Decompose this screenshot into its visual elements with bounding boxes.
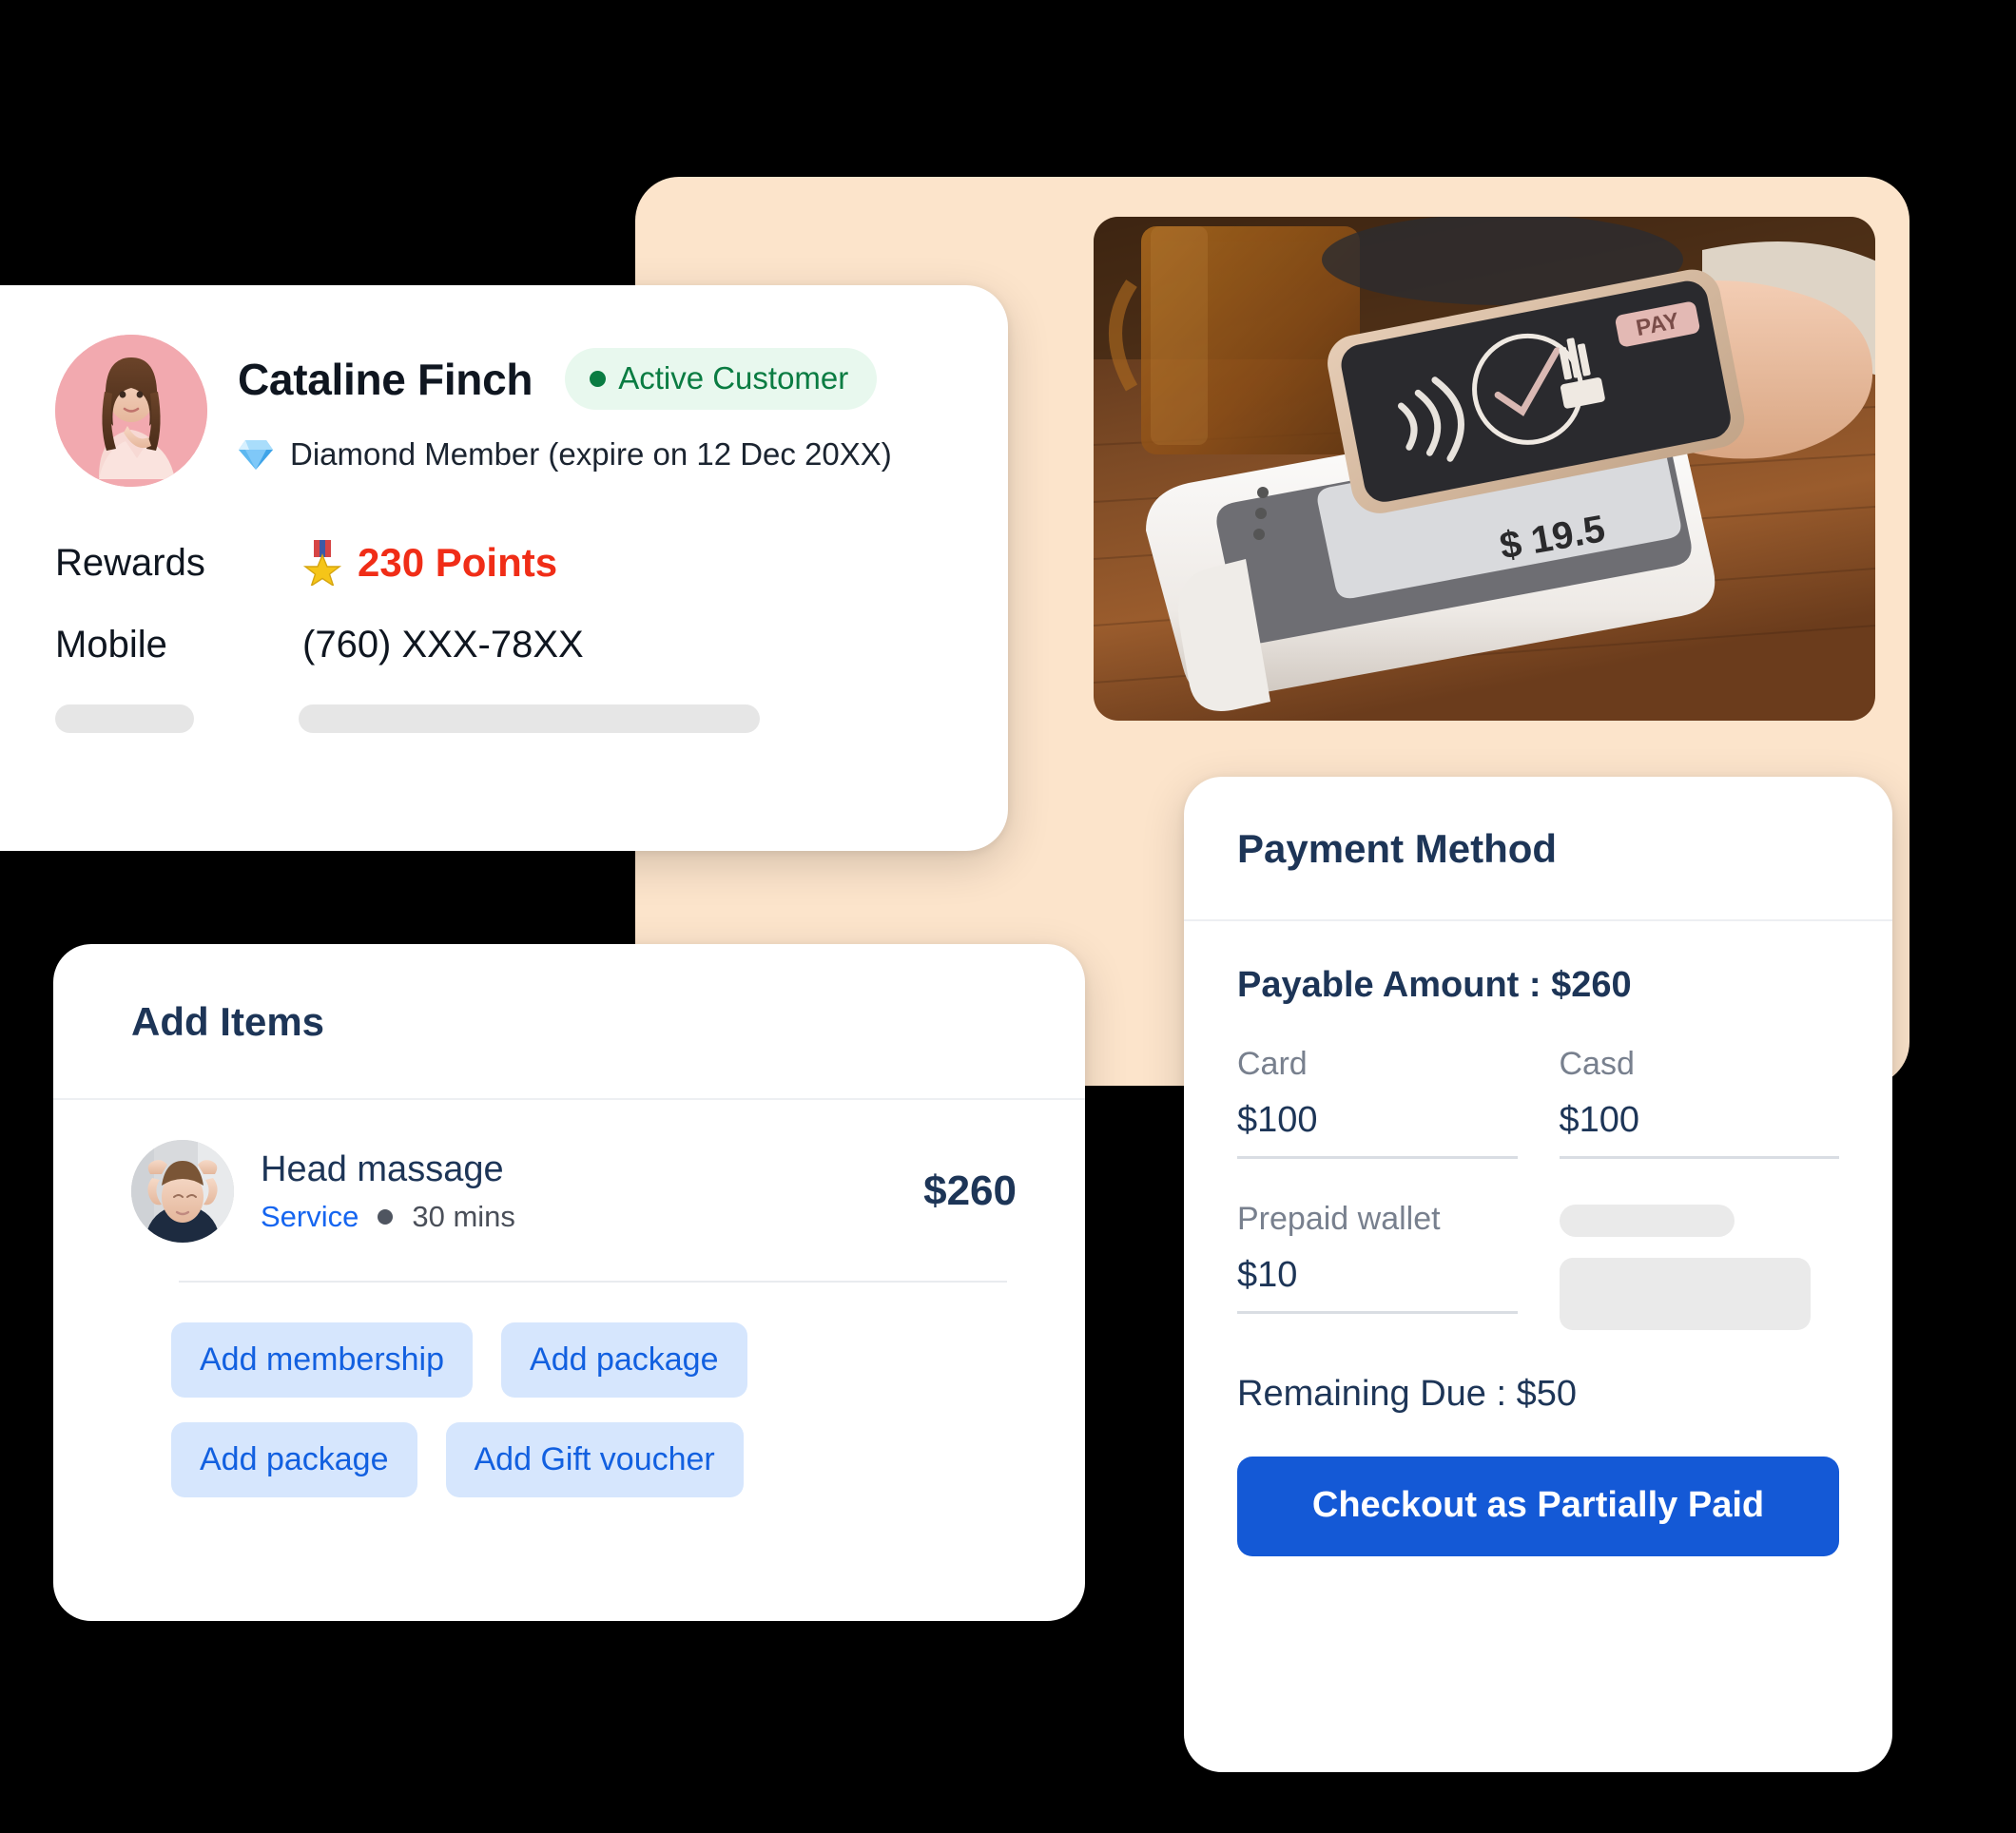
add-items-card: Add Items Head massage Service 30 mins $… — [53, 944, 1085, 1621]
item-name: Head massage — [261, 1148, 504, 1189]
status-badge-label: Active Customer — [618, 360, 849, 396]
skeleton-field-input[interactable] — [1559, 1258, 1811, 1330]
detail-value: 230 Points — [302, 540, 557, 586]
payment-fields-row-2: Prepaid wallet $10 — [1237, 1201, 1839, 1330]
payment-fields-row-1: Card $100 Casd $100 — [1237, 1046, 1839, 1159]
screenshot-stage: $ 19.5 PAY Cataline Finch Active Custome… — [0, 0, 2016, 1833]
skeleton-bar-long — [299, 704, 760, 733]
cash-amount-field[interactable]: Casd $100 — [1559, 1046, 1839, 1159]
add-membership-chip[interactable]: Add membership — [171, 1322, 474, 1398]
head-massage-service-photo — [131, 1140, 234, 1243]
item-duration: 30 mins — [412, 1199, 515, 1233]
skeleton-field-label — [1559, 1205, 1735, 1237]
status-dot-icon — [590, 370, 607, 387]
add-gift-voucher-chip[interactable]: Add Gift voucher — [445, 1422, 744, 1497]
customer-profile-card: Cataline Finch Active Customer Diamond M… — [0, 285, 1008, 851]
detail-row-rewards: Rewards 230 Points — [55, 540, 955, 586]
item-price: $260 — [923, 1167, 1017, 1214]
prepaid-wallet-amount-field[interactable]: Prepaid wallet $10 — [1237, 1201, 1518, 1330]
profile-skeleton-row — [55, 704, 955, 733]
profile-details: Rewards 230 Points Mobile (760) XXX-78XX — [55, 540, 955, 666]
field-value[interactable]: $100 — [1237, 1083, 1518, 1159]
bullet-dot-icon — [378, 1208, 394, 1225]
detail-key: Rewards — [55, 541, 205, 584]
add-package-chip-1[interactable]: Add package — [501, 1322, 747, 1398]
diamond-gem-icon — [238, 438, 274, 471]
detail-row-mobile: Mobile (760) XXX-78XX — [55, 624, 955, 666]
item-type-tag: Service — [261, 1199, 359, 1233]
avatar — [55, 335, 207, 487]
medal-icon — [302, 540, 342, 586]
membership-row: Diamond Member (expire on 12 Dec 20XX) — [238, 436, 892, 473]
detail-key: Mobile — [55, 624, 167, 666]
payment-method-card: Payment Method Payable Amount : $260 Car… — [1184, 777, 1892, 1772]
list-item[interactable]: Head massage Service 30 mins $260 — [53, 1100, 1085, 1243]
skeleton-bar-short — [55, 704, 194, 733]
placeholder-payment-field[interactable] — [1559, 1201, 1840, 1330]
payable-amount-label: Payable Amount : $260 — [1237, 965, 1632, 1005]
field-label: Card — [1237, 1046, 1308, 1082]
remaining-due-label: Remaining Due : $50 — [1237, 1374, 1577, 1414]
add-package-chip-2[interactable]: Add package — [171, 1422, 417, 1497]
field-value[interactable]: $10 — [1237, 1238, 1518, 1314]
add-items-chip-group: Add membership Add package Add package A… — [53, 1283, 966, 1497]
membership-text: Diamond Member (expire on 12 Dec 20XX) — [290, 436, 892, 472]
field-label: Prepaid wallet — [1237, 1201, 1441, 1237]
add-items-title: Add Items — [131, 999, 325, 1044]
profile-header: Cataline Finch Active Customer Diamond M… — [55, 335, 955, 487]
field-value[interactable]: $100 — [1559, 1083, 1839, 1159]
status-badge: Active Customer — [565, 348, 878, 410]
contactless-payment-photo: $ 19.5 PAY — [1094, 217, 1875, 721]
payment-method-title: Payment Method — [1237, 826, 1558, 871]
page-title: Cataline Finch — [238, 354, 533, 404]
rewards-points-value: 230 Points — [358, 540, 558, 585]
card-amount-field[interactable]: Card $100 — [1237, 1046, 1518, 1159]
field-label: Casd — [1559, 1046, 1635, 1082]
checkout-partially-paid-button[interactable]: Checkout as Partially Paid — [1237, 1457, 1839, 1556]
detail-value: (760) XXX-78XX — [302, 624, 584, 666]
